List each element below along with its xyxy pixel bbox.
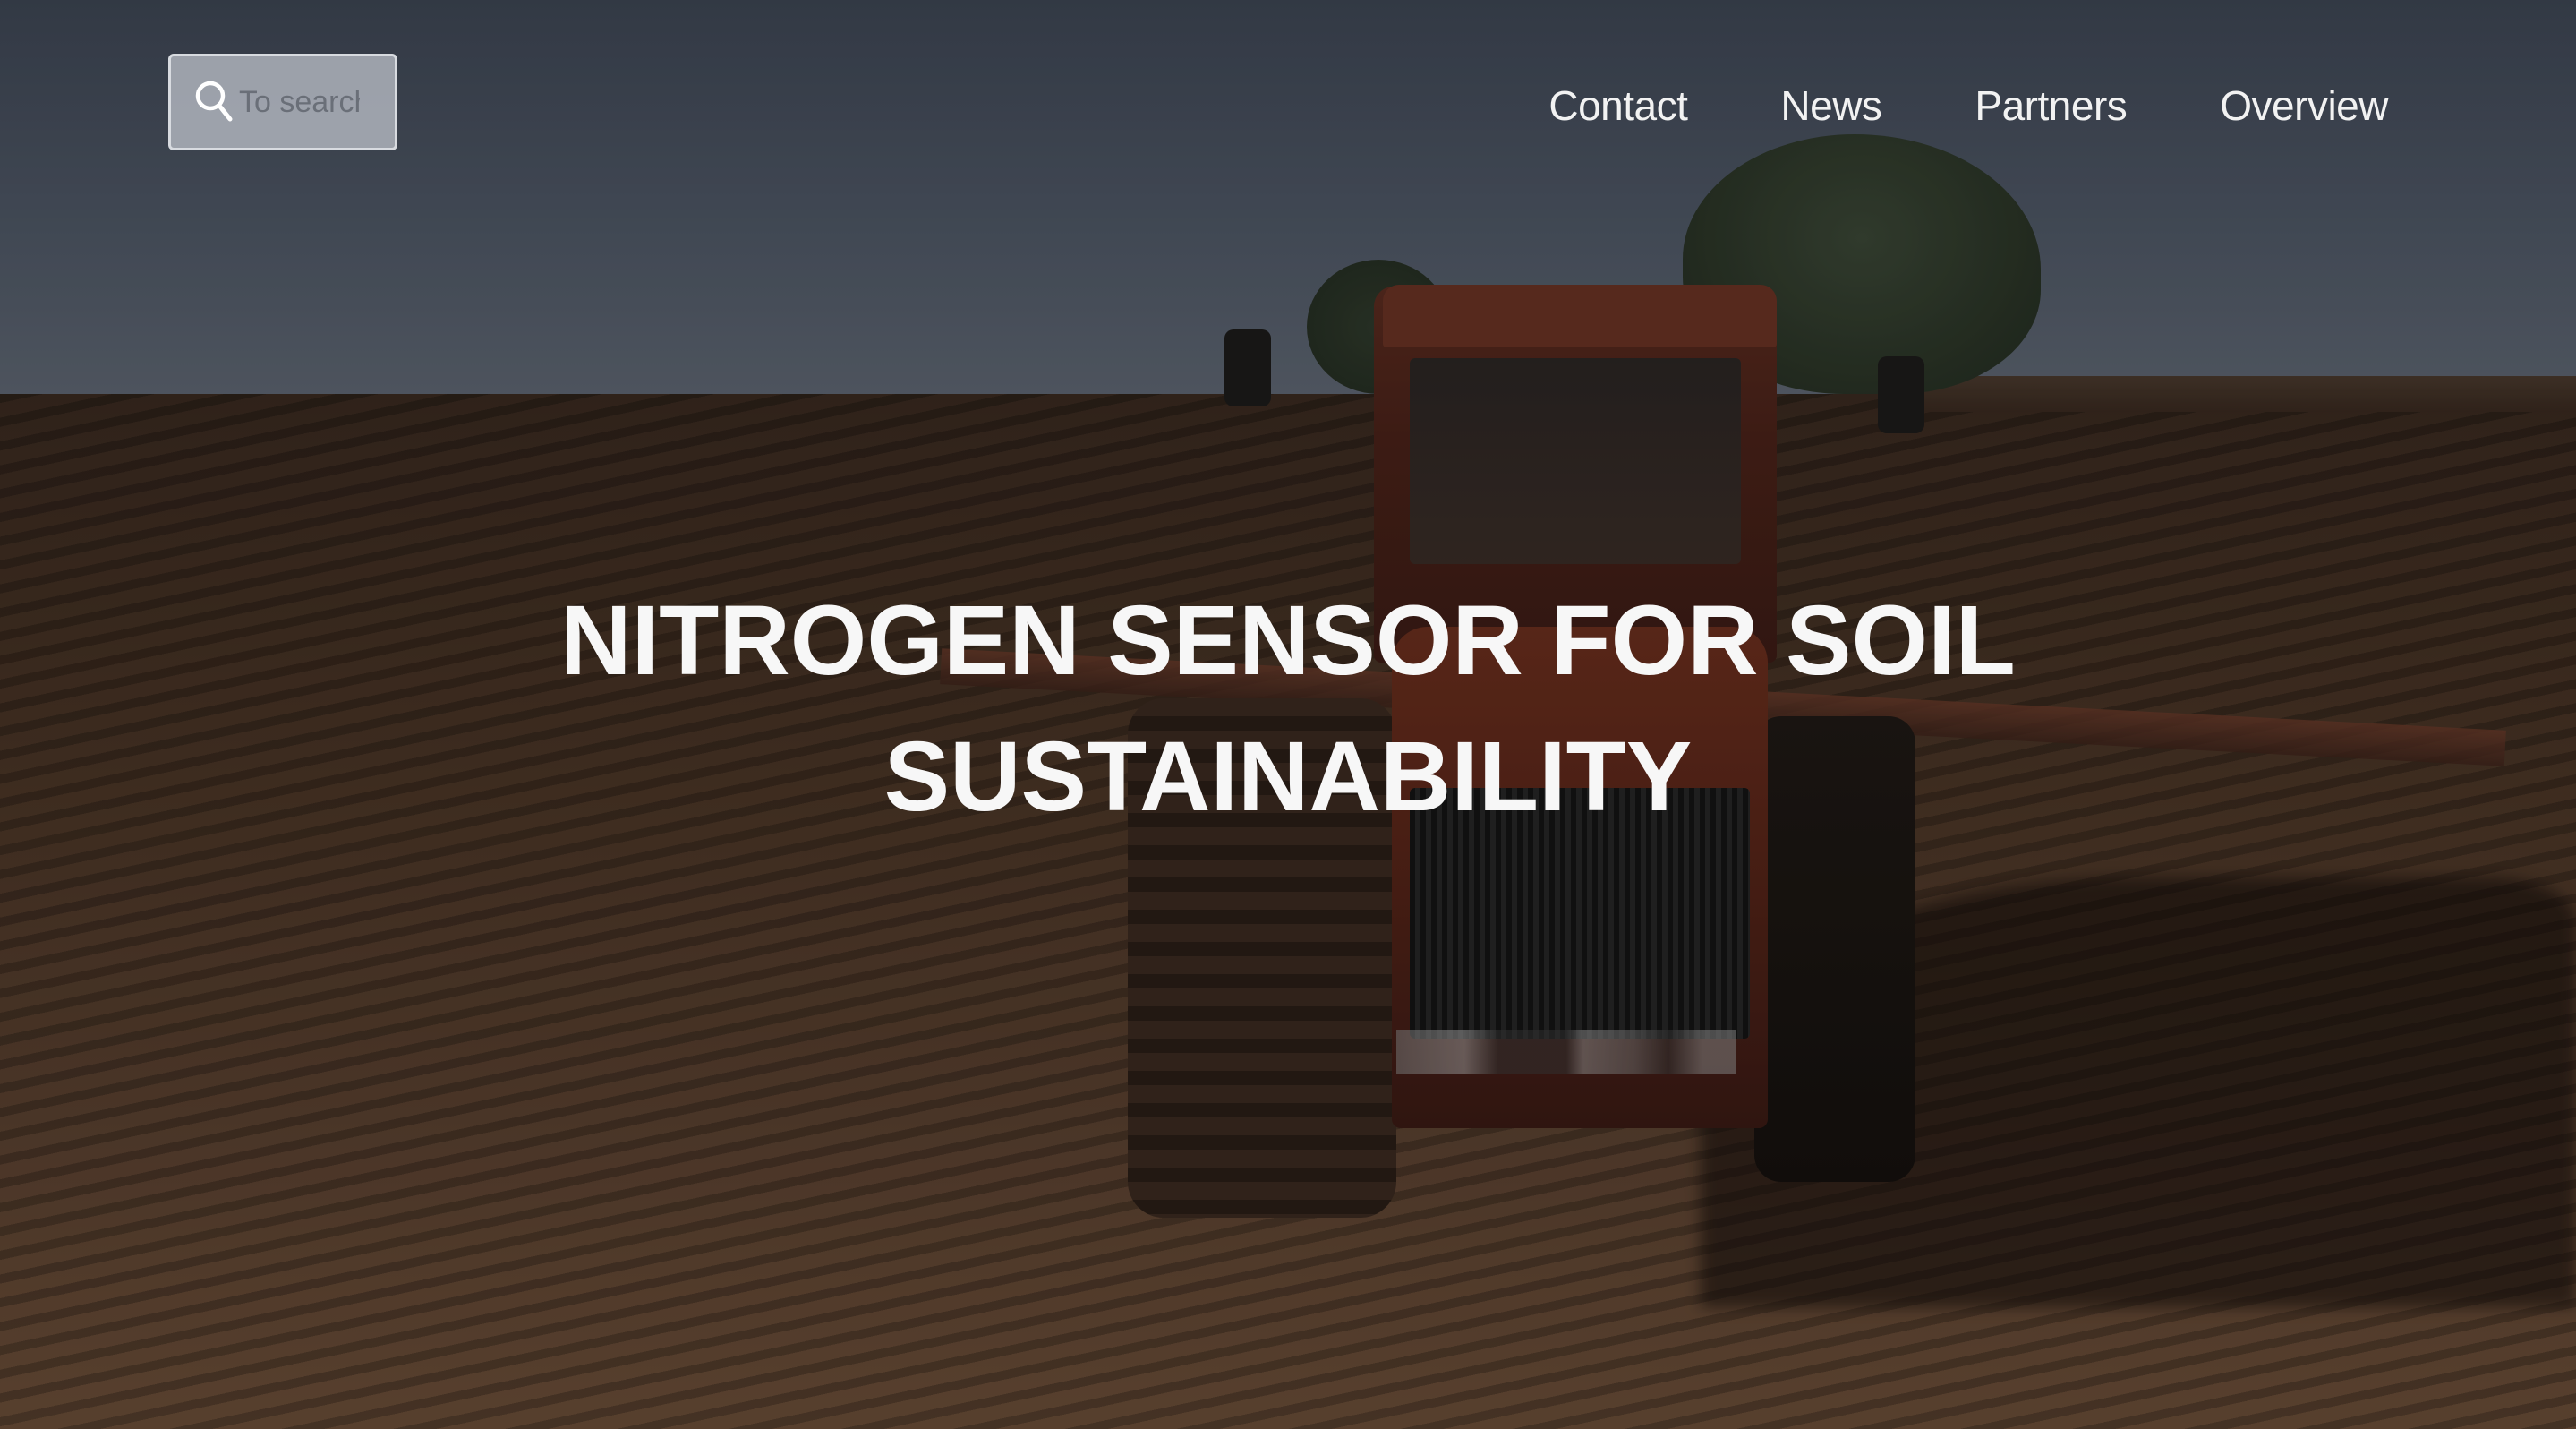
search-input[interactable] [239, 84, 360, 120]
search-icon[interactable] [194, 80, 234, 124]
hero-title-line1: NITROGEN SENSOR FOR SOIL [560, 586, 2016, 696]
nav-item-news[interactable]: News [1780, 77, 1882, 134]
hero-title: NITROGEN SENSOR FOR SOIL SUSTAINABILITY [0, 573, 2576, 845]
nav-item-overview[interactable]: Overview [2220, 77, 2388, 134]
main-nav: Contact News Partners Overview [1548, 77, 2388, 134]
search-box[interactable] [168, 54, 397, 150]
nav-item-partners[interactable]: Partners [1975, 77, 2127, 134]
hero-title-line2: SUSTAINABILITY [883, 722, 1693, 832]
nav-item-contact[interactable]: Contact [1548, 77, 1688, 134]
hero-section: Contact News Partners Overview NITROGEN … [0, 0, 2576, 1429]
